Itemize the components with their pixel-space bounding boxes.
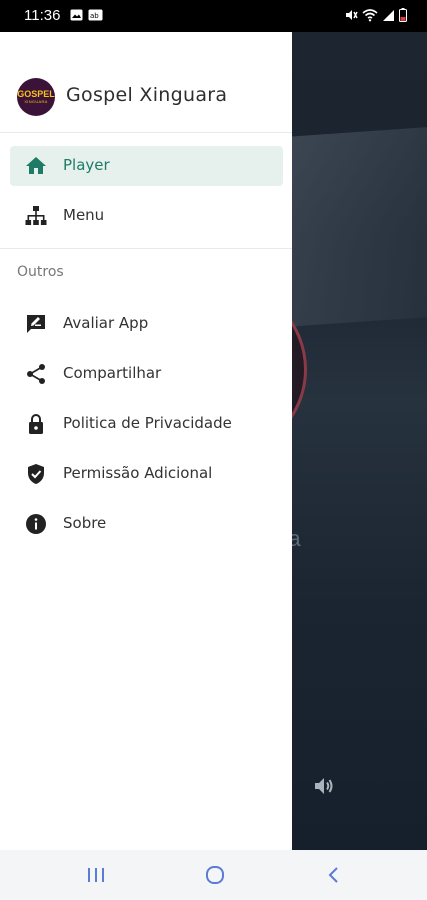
drawer-item-label: Politica de Privacidade bbox=[63, 414, 232, 432]
drawer-item-label: Compartilhar bbox=[63, 364, 162, 382]
drawer-item-label: Avaliar App bbox=[63, 314, 149, 332]
svg-text:ab: ab bbox=[90, 12, 99, 20]
app-logo: GOSPEL XINGUARA bbox=[17, 78, 55, 116]
drawer-item-about[interactable]: Sobre bbox=[10, 504, 283, 544]
signal-icon bbox=[383, 9, 394, 21]
drawer-item-label: Permissão Adicional bbox=[63, 464, 213, 482]
lock-icon bbox=[24, 412, 48, 436]
share-icon bbox=[24, 362, 48, 386]
drawer-item-player[interactable]: Player bbox=[10, 146, 283, 186]
status-bar: 11:36 ab bbox=[0, 0, 427, 32]
home-circle-icon[interactable] bbox=[203, 863, 227, 887]
image-icon bbox=[70, 9, 83, 21]
status-time: 11:36 bbox=[24, 7, 61, 24]
drawer-item-privacy-policy[interactable]: Politica de Privacidade bbox=[10, 404, 283, 444]
drawer-item-label: Player bbox=[63, 156, 110, 174]
system-nav-bar bbox=[0, 850, 427, 900]
navigation-drawer: GOSPEL XINGUARA Gospel Xinguara Player M… bbox=[0, 32, 292, 850]
section-title: Outros bbox=[17, 264, 64, 280]
drawer-item-rate-app[interactable]: Avaliar App bbox=[10, 304, 283, 344]
drawer-item-menu[interactable]: Menu bbox=[10, 196, 283, 236]
background-app: ra bbox=[292, 32, 427, 850]
recent-apps-icon[interactable] bbox=[84, 863, 108, 887]
drawer-item-share[interactable]: Compartilhar bbox=[10, 354, 283, 394]
divider bbox=[0, 248, 292, 249]
drawer-item-label: Sobre bbox=[63, 514, 107, 532]
volume-icon[interactable] bbox=[312, 774, 336, 798]
drawer-header: GOSPEL XINGUARA Gospel Xinguara bbox=[0, 32, 292, 132]
shield-check-icon bbox=[24, 462, 48, 486]
drawer-item-label: Menu bbox=[63, 206, 105, 224]
divider bbox=[0, 132, 292, 133]
background-image bbox=[292, 126, 427, 328]
battery-icon bbox=[399, 8, 407, 22]
message-icon: ab bbox=[88, 9, 103, 21]
wifi-icon bbox=[362, 9, 378, 22]
mute-icon bbox=[346, 10, 358, 20]
info-icon bbox=[24, 512, 48, 536]
app-title: Gospel Xinguara bbox=[66, 84, 228, 106]
sitemap-icon bbox=[24, 204, 48, 228]
background-title: ra bbox=[292, 526, 302, 551]
rate-icon bbox=[24, 312, 48, 336]
back-icon[interactable] bbox=[322, 863, 346, 887]
drawer-item-additional-permission[interactable]: Permissão Adicional bbox=[10, 454, 283, 494]
home-icon bbox=[24, 154, 48, 178]
